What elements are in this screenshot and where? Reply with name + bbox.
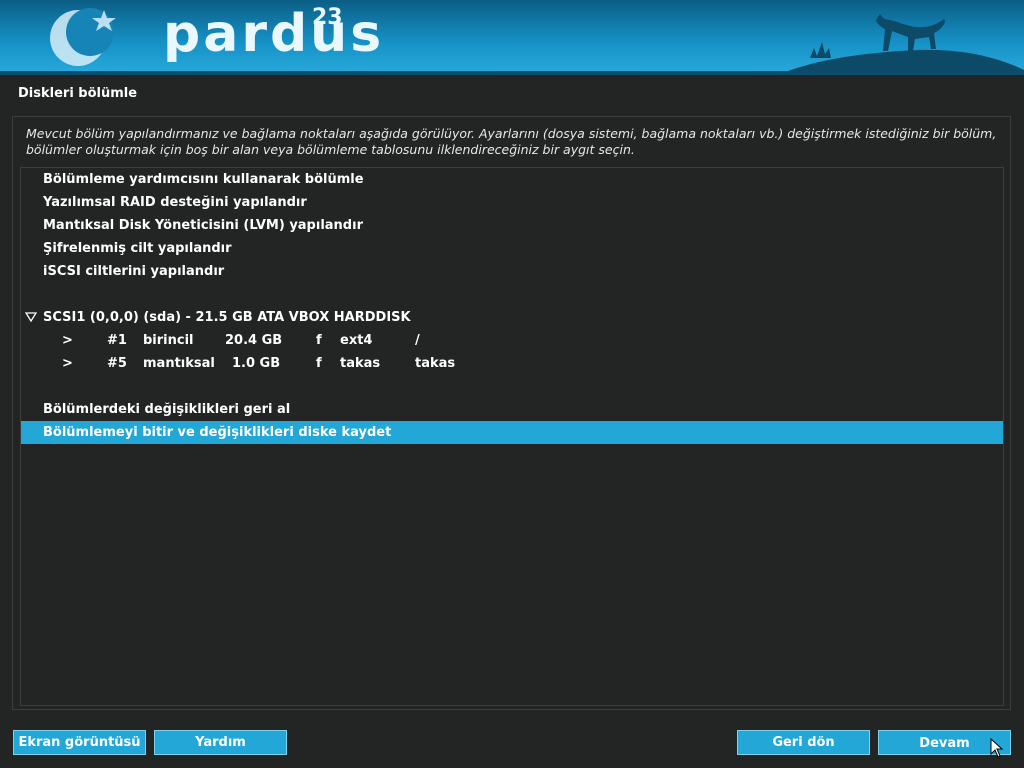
partition-number: #5: [107, 356, 127, 371]
banner-strip: [0, 71, 1024, 75]
help-button[interactable]: Yardım: [154, 730, 287, 755]
partition-filesystem: takas: [340, 356, 381, 371]
expanded-triangle-icon: [25, 312, 37, 323]
partition-mount: takas: [415, 356, 456, 371]
menu-item-label: Bölümlerdeki değişiklikleri geri al: [43, 402, 291, 417]
header-banner: pardus 23: [0, 0, 1024, 75]
panther-landscape-icon: [780, 14, 1024, 75]
logo-text: pardus: [163, 4, 385, 64]
mouse-cursor-icon: [990, 738, 1004, 758]
partition-arrow: >: [62, 356, 73, 371]
partition-flag: f: [316, 356, 322, 371]
partition-size: 1.0 GB: [232, 356, 281, 371]
menu-item-label: Bölümlemeyi bitir ve değişiklikleri disk…: [43, 425, 392, 440]
logo-version: 23: [312, 5, 343, 30]
screenshot-button[interactable]: Ekran görüntüsü: [13, 730, 146, 755]
partition-size: 20.4 GB: [225, 333, 283, 348]
partition-type: mantıksal: [143, 356, 215, 371]
menu-guided-partitioning[interactable]: Bölümleme yardımcısını kullanarak bölüml…: [21, 168, 1003, 191]
menu-raid[interactable]: Yazılımsal RAID desteğini yapılandır: [21, 191, 1003, 214]
partition-row[interactable]: > #1 birincil 20.4 GB f ext4 /: [21, 329, 1003, 352]
undo-changes-item[interactable]: Bölümlerdeki değişiklikleri geri al: [21, 398, 1003, 421]
page-description: Mevcut bölüm yapılandırmanız ve bağlama …: [26, 126, 997, 157]
partition-flag: f: [316, 333, 322, 348]
page-title: Diskleri bölümle: [18, 86, 138, 101]
partition-type: birincil: [143, 333, 194, 348]
menu-item-label: Bölümleme yardımcısını kullanarak bölüml…: [43, 172, 364, 187]
menu-item-label: Mantıksal Disk Yöneticisini (LVM) yapıla…: [43, 218, 363, 233]
crescent-star-icon: [50, 8, 116, 66]
partition-arrow: >: [62, 333, 73, 348]
menu-item-label: iSCSI ciltlerini yapılandır: [43, 264, 225, 279]
partition-filesystem: ext4: [340, 333, 373, 348]
disk-row[interactable]: SCSI1 (0,0,0) (sda) - 21.5 GB ATA VBOX H…: [21, 306, 1003, 329]
menu-item-label: Şifrelenmiş cilt yapılandır: [43, 241, 232, 256]
finish-partitioning-item[interactable]: Bölümlemeyi bitir ve değişiklikleri disk…: [21, 421, 1003, 444]
back-button[interactable]: Geri dön: [737, 730, 870, 755]
menu-lvm[interactable]: Mantıksal Disk Yöneticisini (LVM) yapıla…: [21, 214, 1003, 237]
menu-item-label: Yazılımsal RAID desteğini yapılandır: [43, 195, 307, 210]
menu-encrypted[interactable]: Şifrelenmiş cilt yapılandır: [21, 237, 1003, 260]
menu-iscsi[interactable]: iSCSI ciltlerini yapılandır: [21, 260, 1003, 283]
partition-row[interactable]: > #5 mantıksal 1.0 GB f takas takas: [21, 352, 1003, 375]
partition-number: #1: [107, 333, 127, 348]
partition-mount: /: [415, 333, 420, 348]
disk-label: SCSI1 (0,0,0) (sda) - 21.5 GB ATA VBOX H…: [43, 310, 411, 325]
